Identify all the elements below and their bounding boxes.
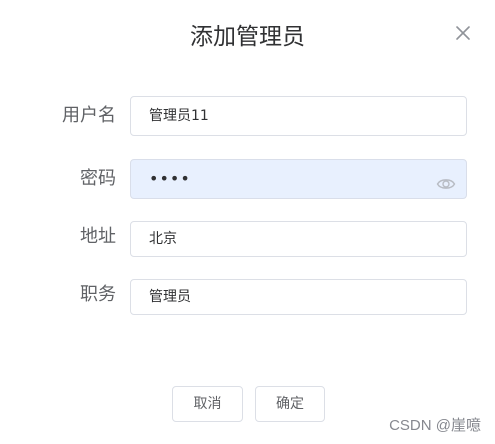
cancel-button[interactable]: 取消 (172, 386, 243, 422)
password-label: 密码 (80, 168, 116, 189)
address-row: 地址 北京 (0, 221, 495, 261)
password-row: 密码 •••• (0, 159, 495, 199)
watermark: CSDN @崖噫 (389, 417, 481, 434)
dialog-title: 添加管理员 (190, 24, 305, 50)
add-admin-dialog: 添加管理员 用户名 管理员11 密码 •••• 地址 北京 职务 管理员 取消 … (0, 0, 495, 444)
username-input[interactable]: 管理员11 (130, 96, 467, 136)
password-input[interactable]: •••• (130, 159, 467, 199)
position-input[interactable]: 管理员 (130, 279, 467, 315)
password-value: •••• (149, 169, 191, 188)
address-input[interactable]: 北京 (130, 221, 467, 257)
confirm-button[interactable]: 确定 (255, 386, 325, 422)
position-row: 职务 管理员 (0, 279, 495, 319)
username-row: 用户名 管理员11 (0, 96, 495, 136)
address-value: 北京 (149, 231, 177, 247)
username-value: 管理员11 (149, 108, 209, 124)
eye-icon[interactable] (436, 170, 456, 189)
address-label: 地址 (80, 226, 116, 247)
username-label: 用户名 (62, 105, 116, 126)
close-icon[interactable] (454, 24, 472, 42)
position-value: 管理员 (149, 289, 191, 305)
position-label: 职务 (80, 284, 116, 305)
